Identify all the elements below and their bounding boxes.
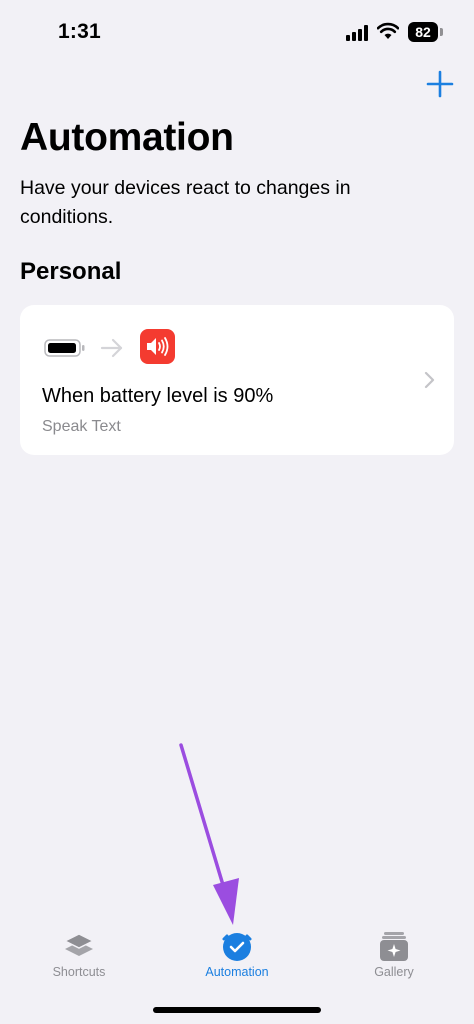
tab-shortcuts[interactable]: Shortcuts	[19, 930, 139, 979]
section-title: Personal	[20, 258, 122, 285]
page-title: Automation	[20, 116, 234, 159]
tab-automation-label: Automation	[205, 965, 269, 979]
annotation-arrow	[179, 743, 239, 925]
arrow-right-icon	[100, 338, 123, 358]
chevron-right-icon	[424, 371, 435, 389]
automation-action: Speak Text	[42, 418, 121, 435]
layers-icon	[63, 933, 95, 956]
automation-card[interactable]: When battery level is 90% Speak Text	[20, 305, 454, 455]
tab-automation[interactable]: Automation	[177, 930, 297, 979]
tab-shortcuts-label: Shortcuts	[52, 965, 106, 979]
plus-icon[interactable]	[424, 68, 456, 100]
status-bar: 1:31 82	[0, 0, 474, 62]
speaker-icon	[140, 329, 175, 364]
tab-gallery[interactable]: Gallery	[334, 930, 454, 979]
tab-gallery-label: Gallery	[374, 965, 414, 979]
check-clock-icon	[222, 933, 252, 961]
wifi-icon	[377, 22, 399, 39]
page-subtitle: Have your devices react to changes in co…	[20, 177, 351, 228]
gallery-icon	[380, 932, 408, 961]
tab-bar: Shortcuts Automation Gallery	[0, 920, 474, 990]
home-indicator[interactable]	[153, 1007, 321, 1013]
battery-nub	[440, 28, 443, 36]
battery-icon: 82	[408, 22, 438, 42]
status-time: 1:31	[58, 20, 101, 43]
battery-icon	[44, 339, 85, 357]
signal-icon	[346, 25, 370, 41]
automation-title: When battery level is 90%	[42, 385, 274, 407]
